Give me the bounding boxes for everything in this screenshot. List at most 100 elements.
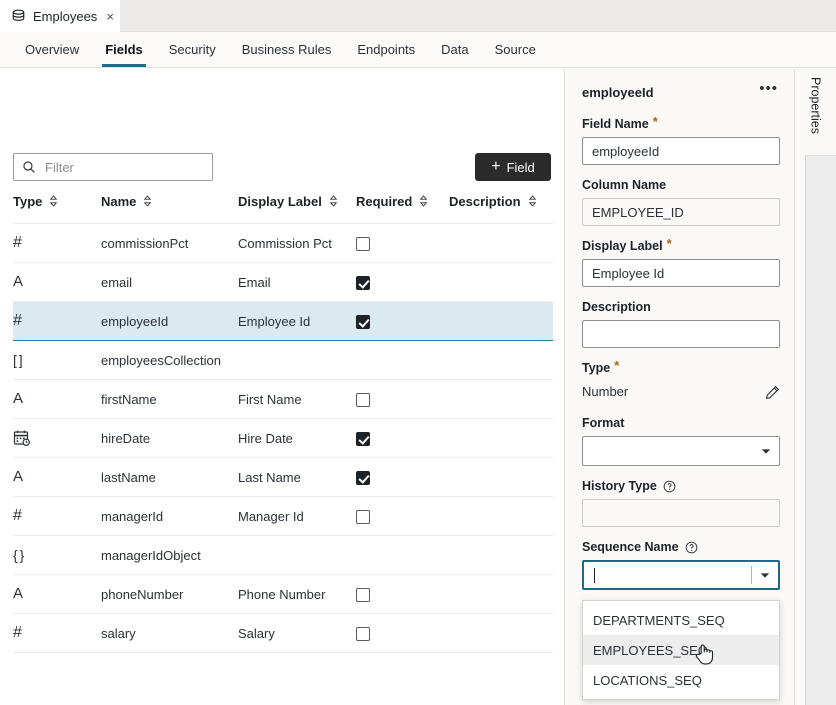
tab-fields[interactable]: Fields [92, 32, 156, 67]
column-header-display-label[interactable]: Display Label [238, 191, 356, 224]
filter-box[interactable] [13, 153, 213, 181]
column-header-label: Display Label [238, 193, 322, 209]
format-select[interactable] [582, 436, 780, 466]
pencil-icon[interactable] [765, 385, 780, 400]
dropdown-option-departments-seq[interactable]: DEPARTMENTS_SEQ [583, 605, 779, 635]
description-input[interactable] [582, 320, 780, 348]
label-description: Description [582, 300, 780, 314]
cell-description [449, 418, 553, 458]
table-row[interactable]: # salary Salary [13, 613, 553, 653]
column-header-name[interactable]: Name [101, 191, 238, 224]
label-text: Sequence Name [582, 540, 679, 554]
cell-type: A [13, 262, 101, 302]
cell-display-label [238, 535, 356, 575]
tab-source[interactable]: Source [482, 32, 549, 67]
table-row[interactable]: hireDate Hire Date [13, 418, 553, 458]
more-options-icon[interactable]: ••• [757, 81, 780, 99]
tab-security[interactable]: Security [156, 32, 229, 67]
add-field-label: Field [506, 159, 535, 175]
cell-required [356, 457, 449, 497]
page-title: employeeId [582, 84, 654, 100]
dropdown-option-employees-seq[interactable]: EMPLOYEES_SEQ [583, 635, 779, 665]
cell-name: phoneNumber [101, 574, 238, 614]
sequence-name-select[interactable] [582, 560, 780, 590]
cell-description [449, 301, 553, 341]
label-sequence-name: Sequence Name [582, 540, 780, 554]
tab-label: Endpoints [357, 42, 416, 57]
tab-overview[interactable]: Overview [12, 32, 92, 67]
sequence-name-value [584, 567, 751, 584]
rail-tab-properties[interactable]: Properties [809, 77, 823, 134]
table-row[interactable]: [ ] employeesCollection [13, 340, 553, 380]
table-row[interactable]: A lastName Last Name [13, 457, 553, 497]
string-a-icon: A [13, 390, 24, 407]
column-header-description[interactable]: Description [449, 191, 553, 224]
cell-display-label: Hire Date [238, 418, 356, 458]
tab-endpoints[interactable]: Endpoints [344, 32, 428, 67]
cell-required [356, 613, 449, 653]
field-name-input[interactable] [582, 137, 780, 165]
cell-display-label: Email [238, 262, 356, 302]
table-row[interactable]: A email Email [13, 262, 553, 302]
string-a-icon: A [13, 273, 24, 290]
chevron-down-icon[interactable] [751, 566, 778, 584]
label-field-name: Field Name * [582, 115, 780, 131]
dropdown-option-locations-seq[interactable]: LOCATIONS_SEQ [583, 665, 779, 695]
number-hash-icon: # [13, 312, 22, 329]
add-field-button[interactable]: + Field [475, 153, 551, 181]
cell-display-label: Phone Number [238, 574, 356, 614]
tab-business-rules[interactable]: Business Rules [229, 32, 345, 67]
display-label-input[interactable] [582, 259, 780, 287]
required-checkbox[interactable] [356, 392, 370, 407]
cell-display-label: Employee Id [238, 301, 356, 341]
chevron-down-icon [753, 448, 779, 455]
cell-required [356, 340, 449, 380]
required-checkbox[interactable] [356, 470, 370, 485]
tab-data[interactable]: Data [428, 32, 481, 67]
required-checkbox[interactable] [356, 626, 370, 641]
cell-description [449, 223, 553, 263]
document-tab-employees[interactable]: Employees × [0, 0, 120, 32]
required-checkbox[interactable] [356, 275, 370, 290]
required-marker: * [666, 236, 672, 251]
column-name-input[interactable] [582, 198, 780, 226]
close-icon[interactable]: × [106, 10, 114, 23]
app-root: Employees × Overview Fields Security Bus… [0, 0, 836, 705]
cell-display-label: Commission Pct [238, 223, 356, 263]
cell-name: firstName [101, 379, 238, 419]
column-header-required[interactable]: Required [356, 191, 449, 224]
cell-type: # [13, 223, 101, 263]
cell-description [449, 379, 553, 419]
cell-required [356, 418, 449, 458]
fields-pane: + Field Type [0, 69, 565, 705]
required-checkbox[interactable] [356, 236, 370, 251]
table-row[interactable]: A phoneNumber Phone Number [13, 574, 553, 614]
required-checkbox[interactable] [356, 509, 370, 524]
tab-label: Overview [25, 42, 80, 57]
column-header-label: Required [356, 193, 413, 209]
cell-type [13, 418, 101, 458]
help-circle-icon[interactable] [685, 541, 698, 554]
plus-icon: + [491, 158, 501, 175]
history-type-input[interactable] [582, 499, 780, 527]
document-tab-strip: Employees × [0, 0, 836, 32]
label-text: Description [582, 300, 651, 314]
table-row[interactable]: A firstName First Name [13, 379, 553, 419]
tab-label: Source [494, 42, 536, 57]
cell-name: employeesCollection [101, 340, 238, 380]
required-checkbox[interactable] [356, 314, 370, 329]
required-checkbox[interactable] [356, 431, 370, 446]
table-row[interactable]: # commissionPct Commission Pct [13, 223, 553, 263]
label-text: Format [582, 416, 625, 430]
search-input[interactable] [45, 159, 204, 175]
table-row[interactable]: # employeeId Employee Id [13, 301, 553, 341]
cell-type: A [13, 379, 101, 419]
column-header-type[interactable]: Type [13, 191, 101, 224]
string-a-icon: A [13, 468, 24, 485]
table-row[interactable]: { } managerIdObject [13, 535, 553, 575]
required-checkbox[interactable] [356, 587, 370, 602]
help-circle-icon[interactable] [663, 480, 676, 493]
table-row[interactable]: # managerId Manager Id [13, 496, 553, 536]
date-icon [13, 430, 30, 446]
cell-description [449, 613, 553, 653]
